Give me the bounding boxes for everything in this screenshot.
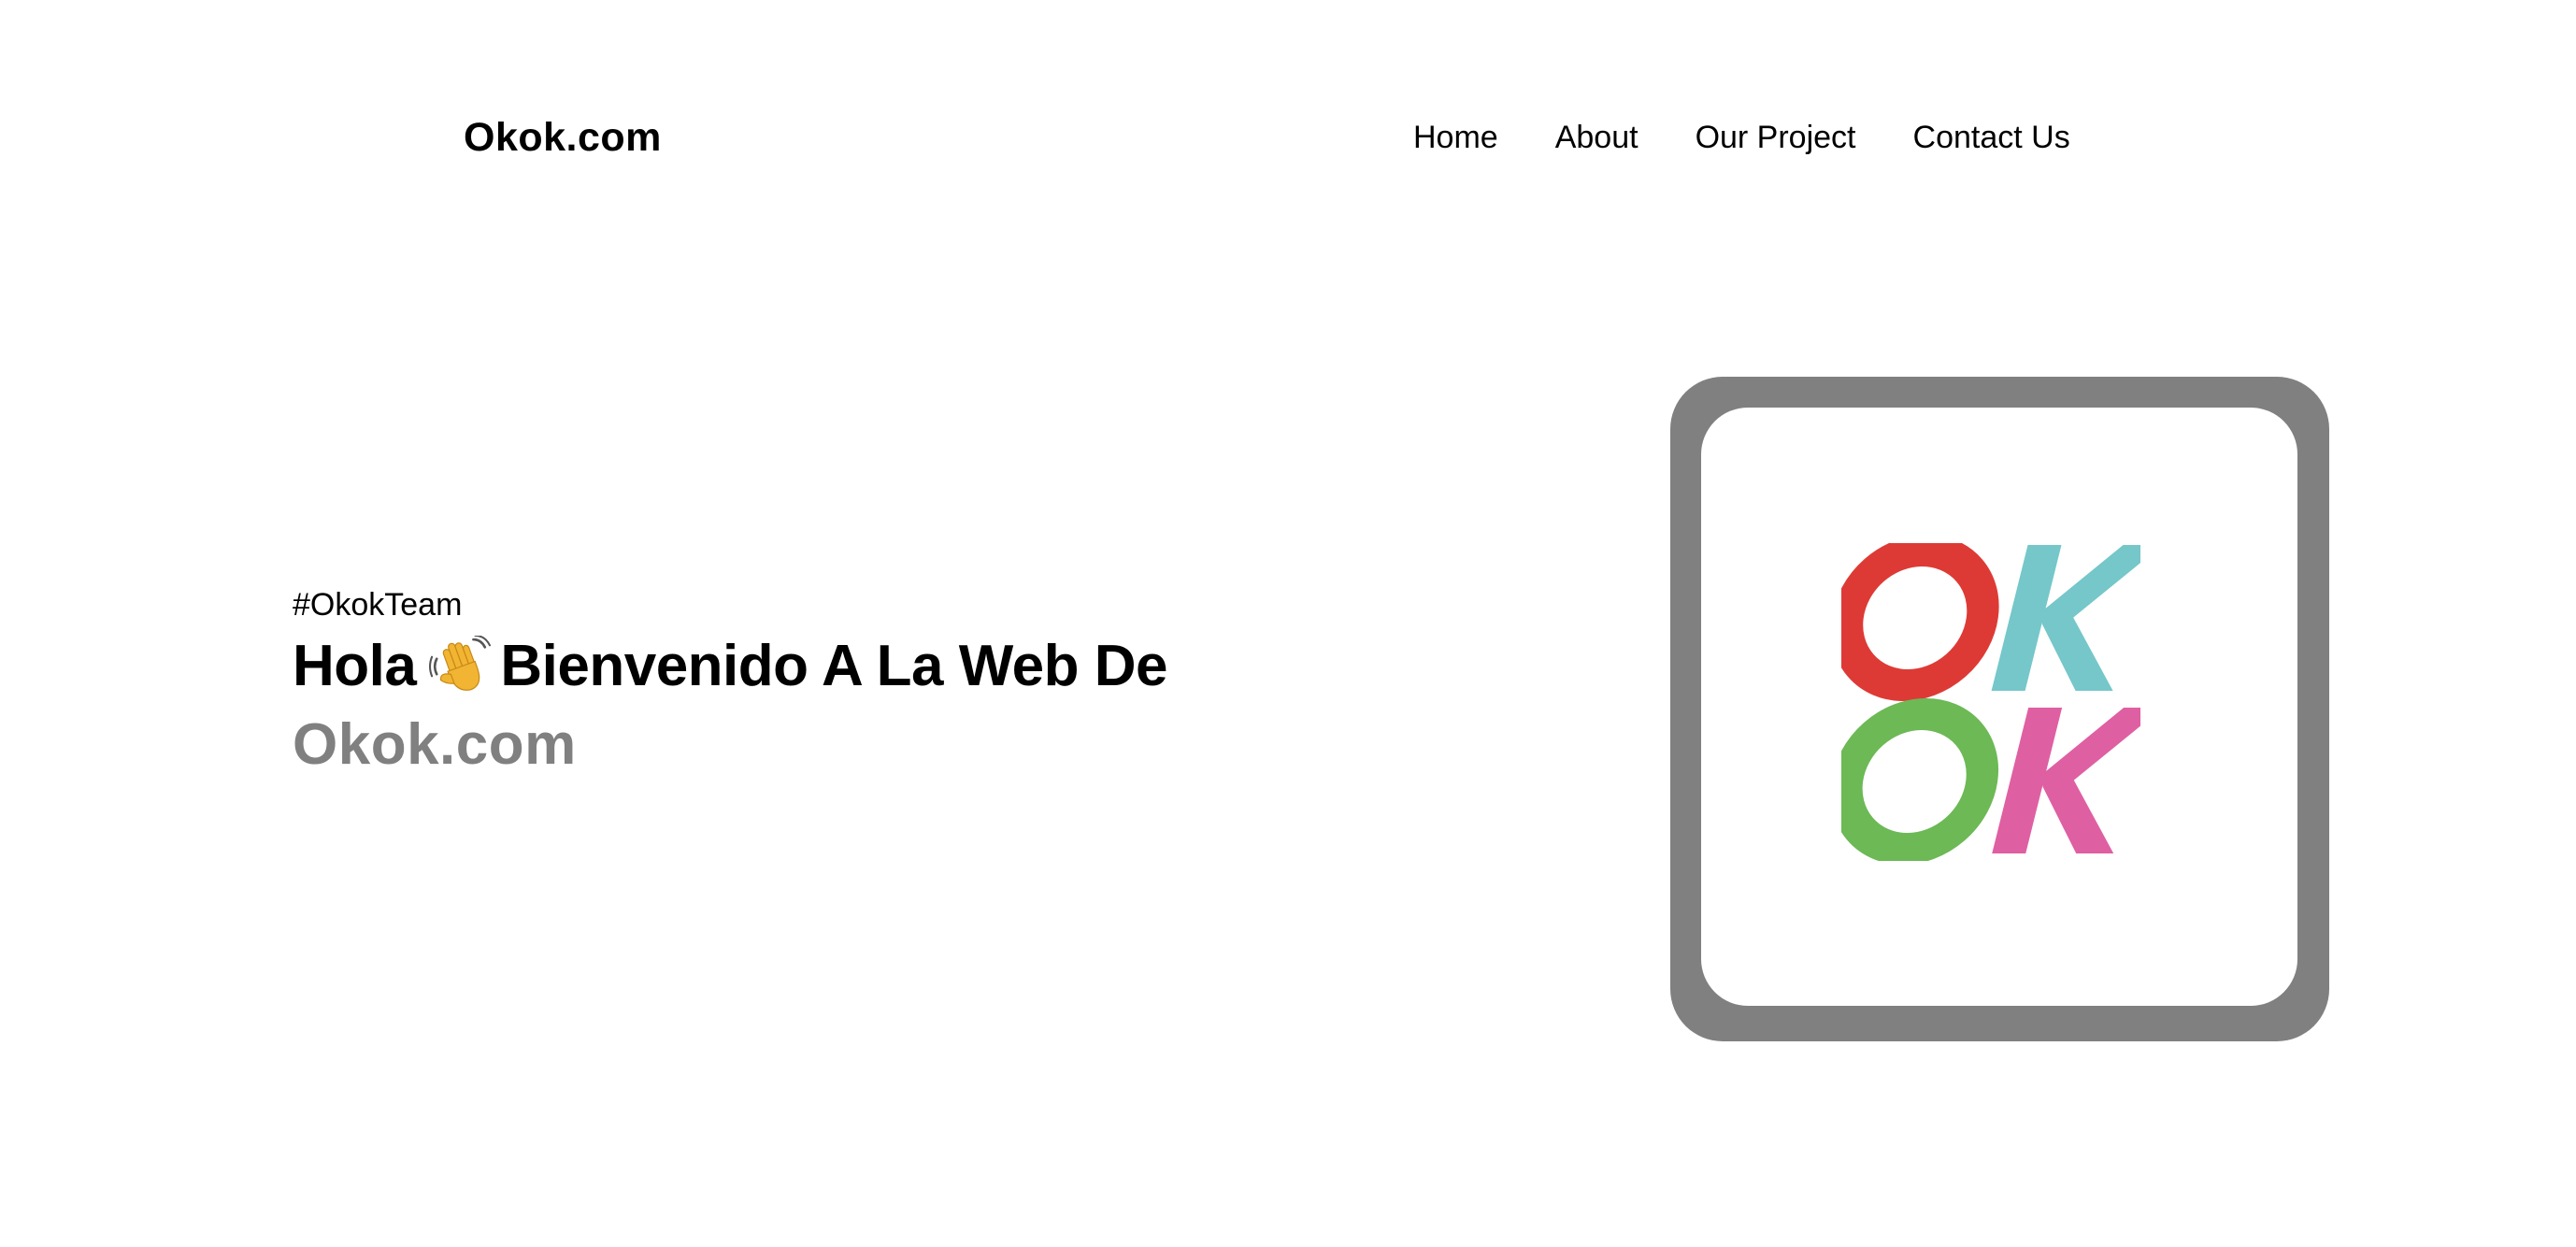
nav-item-home[interactable]: Home [1413,122,1498,153]
site-brand-logo[interactable]: Okok.com [464,118,662,158]
waving-hand-icon [429,636,492,691]
logo-frame-inner [1701,408,2297,1006]
hero-tag: #OkokTeam [293,587,463,623]
hero-site-name: Okok.com [293,712,577,777]
nav-item-about[interactable]: About [1555,122,1639,153]
hero-headline: Hola Bienvenido A La Web De [293,636,1167,697]
main-nav: Home About Our Project Contact Us [1413,122,2070,153]
nav-item-our-project[interactable]: Our Project [1696,122,1856,153]
logo-frame [1670,377,2329,1041]
page: Okok.com Home About Our Project Contact … [0,0,2576,1247]
hero-section: #OkokTeam Hola Bienvenido A La Web De Ok… [293,589,1167,774]
hero-headline-text: Bienvenido A La Web De [500,634,1167,698]
hero-greeting: Hola [293,634,417,698]
okok-logo-image [1841,543,2140,861]
nav-item-contact-us[interactable]: Contact Us [1913,122,2070,153]
